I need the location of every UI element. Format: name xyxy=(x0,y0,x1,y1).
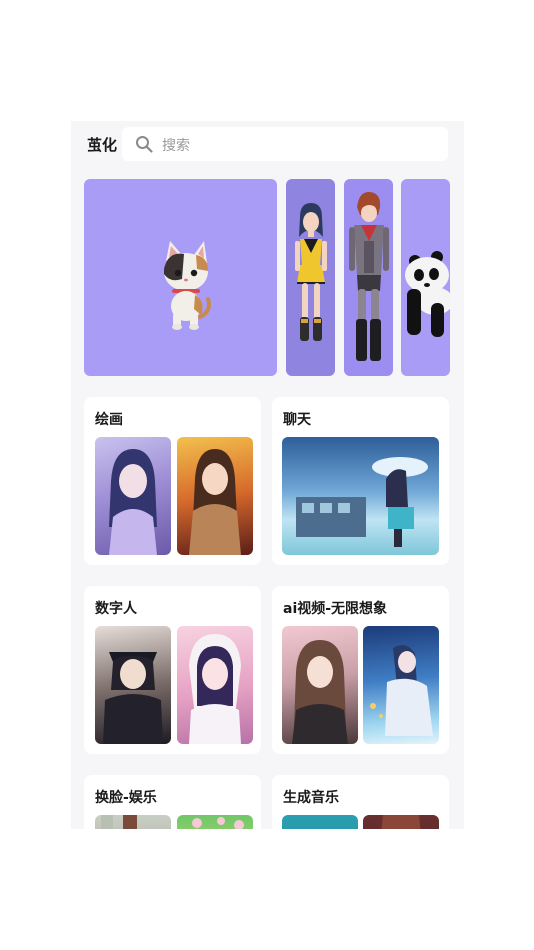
banner-panda[interactable] xyxy=(401,179,450,376)
app-screen: 茧化 搜索 绘画 聊天 数字人 ai视频-无限想象 换脸-娱乐 生成音乐 xyxy=(71,121,464,829)
thumb-image xyxy=(177,437,253,555)
search-placeholder: 搜索 xyxy=(162,138,190,154)
app-brand: 茧化 xyxy=(87,136,118,154)
card-title: 换脸-娱乐 xyxy=(95,790,157,806)
thumb-image xyxy=(95,437,171,555)
banner-anime-boy[interactable] xyxy=(344,179,393,376)
banner-cat[interactable] xyxy=(84,179,277,376)
card-title: 生成音乐 xyxy=(283,790,339,806)
card-title: ai视频-无限想象 xyxy=(283,601,388,617)
panda-figure xyxy=(405,251,450,337)
card-ai-video[interactable]: ai视频-无限想象 xyxy=(272,586,449,754)
search-bar[interactable]: 搜索 xyxy=(122,127,448,161)
card-title: 绘画 xyxy=(95,412,123,428)
cat-figure xyxy=(164,241,211,330)
card-face-swap[interactable]: 换脸-娱乐 xyxy=(84,775,261,829)
thumb-image xyxy=(177,815,253,829)
card-drawing[interactable]: 绘画 xyxy=(84,397,261,565)
banner-anime-girl[interactable] xyxy=(286,179,335,376)
thumb-image xyxy=(282,437,439,555)
anime-girl-figure xyxy=(295,203,327,341)
card-chat[interactable]: 聊天 xyxy=(272,397,449,565)
thumb-image xyxy=(95,626,171,744)
card-title: 数字人 xyxy=(95,601,137,617)
card-music[interactable]: 生成音乐 xyxy=(272,775,449,829)
header: 茧化 搜索 xyxy=(71,121,464,167)
card-digital-human[interactable]: 数字人 xyxy=(84,586,261,754)
anime-boy-figure xyxy=(349,191,389,361)
thumb-image xyxy=(363,815,439,829)
thumb-image xyxy=(363,626,439,744)
thumb-image xyxy=(95,815,171,829)
thumb-image xyxy=(282,626,358,744)
card-title: 聊天 xyxy=(283,412,311,428)
thumb-image xyxy=(177,626,253,744)
search-icon xyxy=(136,136,153,153)
thumb-image xyxy=(282,815,358,829)
